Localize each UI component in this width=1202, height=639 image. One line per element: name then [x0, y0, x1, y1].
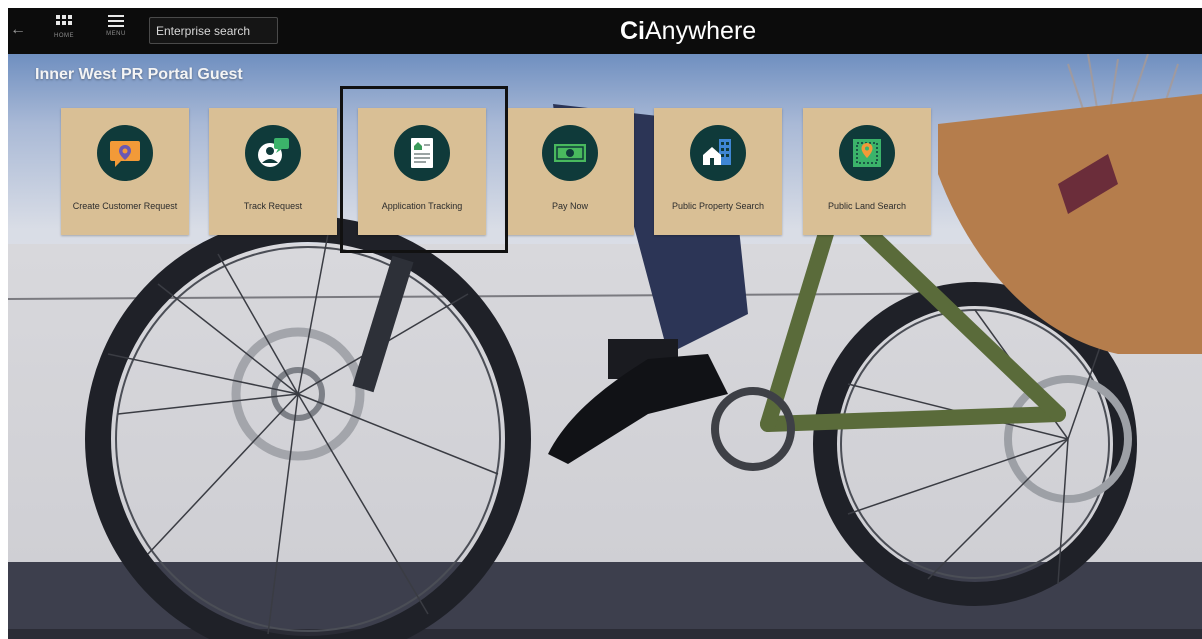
brand-prefix: Ci — [620, 17, 645, 45]
tile-label: Create Customer Request — [72, 200, 178, 211]
tile-label: Public Land Search — [827, 200, 907, 211]
brand-suffix: Anywhere — [645, 17, 757, 45]
back-arrow-icon[interactable]: ← — [10, 21, 26, 39]
tile-label: Track Request — [243, 200, 303, 211]
house-building-icon — [690, 125, 746, 181]
tile-public-land-search[interactable]: Public Land Search — [803, 108, 931, 235]
location-chat-icon — [97, 125, 153, 181]
enterprise-search-input[interactable]: Enterprise search — [149, 17, 278, 44]
tile-application-tracking[interactable]: Application Tracking — [358, 108, 486, 235]
home-caption: HOME — [54, 33, 74, 39]
map-pin-icon — [839, 125, 895, 181]
tile-pay-now[interactable]: Pay Now — [506, 108, 634, 235]
tile-label: Public Property Search — [671, 200, 765, 211]
grid-icon — [56, 15, 72, 25]
tile-public-property-search[interactable]: Public Property Search — [654, 108, 782, 235]
tile-track-request[interactable]: Track Request — [209, 108, 337, 235]
menu-caption: MENU — [106, 31, 126, 37]
person-chat-icon — [245, 125, 301, 181]
tile-create-customer-request[interactable]: Create Customer Request — [61, 108, 189, 235]
banknote-icon — [542, 125, 598, 181]
menu-button[interactable]: MENU — [101, 15, 131, 49]
portal-title: Inner West PR Portal Guest — [35, 66, 243, 83]
document-house-icon — [394, 125, 450, 181]
hamburger-icon — [108, 15, 124, 27]
app-frame: ← HOME MENU Enterprise search CiAnywhere… — [8, 8, 1202, 639]
brand-logo: CiAnywhere — [620, 14, 756, 48]
top-bar: ← HOME MENU Enterprise search CiAnywhere — [8, 8, 1202, 54]
tile-label: Pay Now — [551, 200, 588, 211]
home-button[interactable]: HOME — [49, 15, 79, 49]
tile-label: Application Tracking — [381, 200, 463, 211]
